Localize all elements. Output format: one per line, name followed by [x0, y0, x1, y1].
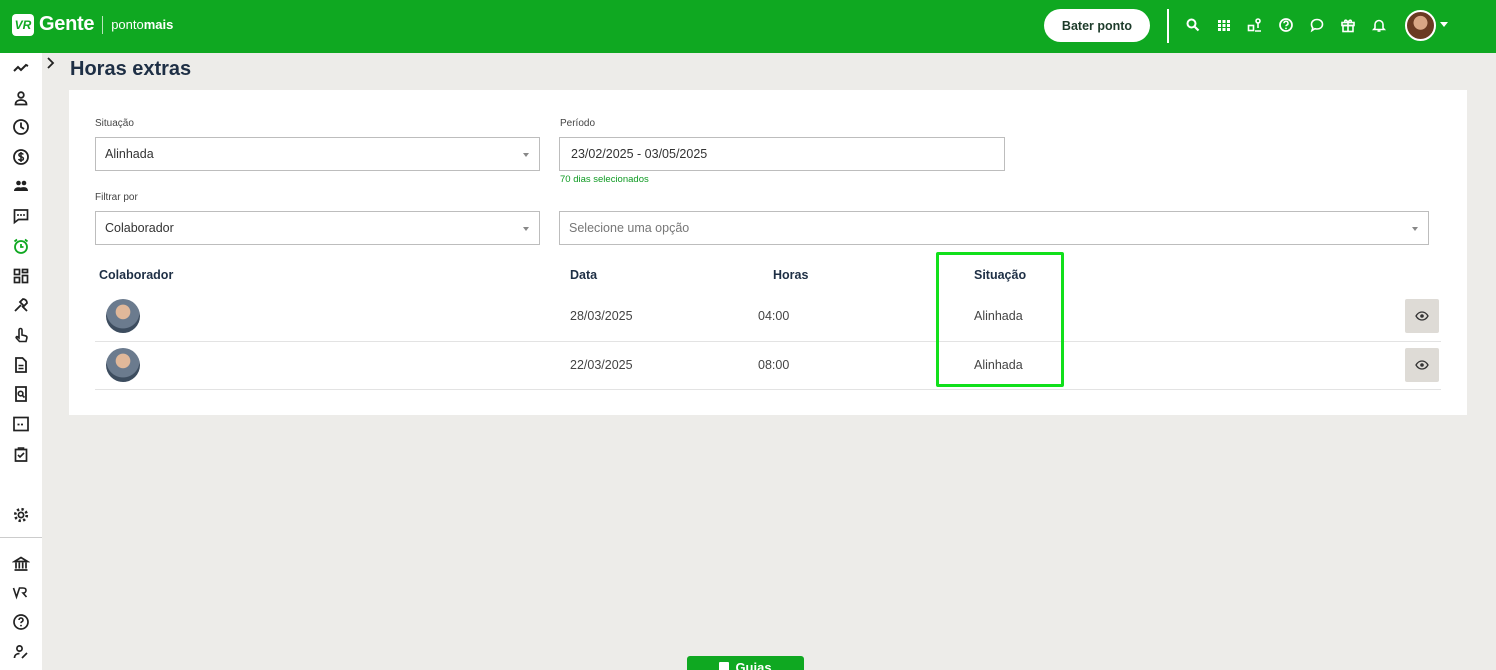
- help-icon[interactable]: [1276, 15, 1296, 35]
- user-avatar[interactable]: [1405, 10, 1436, 41]
- message-icon[interactable]: [11, 206, 31, 226]
- document-icon: [719, 662, 730, 670]
- brand-name: Gente: [39, 13, 95, 35]
- org-chart-icon[interactable]: [1245, 15, 1265, 35]
- vr-logo: VR: [12, 13, 34, 36]
- user-edit-icon[interactable]: [11, 642, 31, 662]
- situacao-value: Alinhada: [105, 147, 154, 161]
- touch-icon[interactable]: [11, 325, 31, 345]
- sidebar: [0, 53, 42, 670]
- periodo-hint: 70 dias selecionados: [560, 174, 649, 185]
- brand[interactable]: VR Gente pontomais: [12, 13, 173, 36]
- chevron-down-icon[interactable]: [1440, 22, 1448, 27]
- header-data: Data: [570, 268, 598, 282]
- filtrar-por-value: Colaborador: [105, 221, 174, 235]
- topbar-icons: [1183, 15, 1389, 35]
- user-icon[interactable]: [11, 88, 31, 108]
- bater-ponto-button[interactable]: Bater ponto: [1044, 9, 1150, 42]
- row-divider: [95, 341, 1441, 342]
- caret-down-icon: [1412, 227, 1418, 231]
- periodo-value: 23/02/2025 - 03/05/2025: [571, 147, 708, 161]
- search-icon[interactable]: [1183, 15, 1203, 35]
- apps-grid-icon[interactable]: [1214, 15, 1234, 35]
- row-hours: 08:00: [758, 358, 790, 372]
- top-bar: VR Gente pontomais Bater ponto: [0, 0, 1496, 53]
- view-button[interactable]: [1405, 348, 1439, 382]
- employee-avatar: [106, 299, 140, 333]
- filtrar-por-label: Filtrar por: [95, 192, 138, 203]
- situacao-column-highlight: [936, 252, 1064, 387]
- row-hours: 04:00: [758, 309, 790, 323]
- option-select[interactable]: Selecione uma opção: [559, 211, 1429, 245]
- clipboard-icon[interactable]: [11, 444, 31, 464]
- vr-logo-icon[interactable]: [11, 583, 31, 603]
- dollar-icon[interactable]: [11, 147, 31, 167]
- alarm-icon[interactable]: [11, 236, 31, 256]
- search-document-icon[interactable]: [11, 384, 31, 404]
- chevron-right-icon[interactable]: [45, 56, 57, 70]
- gift-icon[interactable]: [1338, 15, 1358, 35]
- caret-down-icon: [523, 153, 529, 157]
- header-horas: Horas: [773, 268, 809, 282]
- periodo-label: Período: [560, 118, 596, 129]
- row-date: 28/03/2025: [570, 309, 633, 323]
- header-colaborador: Colaborador: [99, 268, 174, 282]
- chat-icon[interactable]: [1307, 15, 1327, 35]
- dashboard-icon[interactable]: [11, 266, 31, 286]
- settings-icon[interactable]: [11, 505, 31, 525]
- option-placeholder: Selecione uma opção: [569, 221, 690, 235]
- product-name: pontomais: [111, 17, 174, 32]
- row-divider: [95, 389, 1441, 390]
- eye-icon: [1415, 311, 1429, 321]
- guias-label: Guias: [735, 660, 772, 670]
- sidebar-divider: [0, 537, 42, 538]
- situacao-label: Situação: [95, 118, 134, 129]
- bank-icon[interactable]: [11, 554, 31, 574]
- clock-icon[interactable]: [11, 117, 31, 137]
- help-icon[interactable]: [11, 612, 31, 632]
- filtrar-por-select[interactable]: Colaborador: [95, 211, 540, 245]
- trend-icon[interactable]: [11, 58, 31, 78]
- situacao-select[interactable]: Alinhada: [95, 137, 540, 171]
- view-button[interactable]: [1405, 299, 1439, 333]
- topbar-divider: [1167, 9, 1169, 43]
- calendar-range-icon[interactable]: [11, 414, 31, 434]
- row-date: 22/03/2025: [570, 358, 633, 372]
- brand-divider: [102, 15, 104, 34]
- guias-button[interactable]: Guias: [687, 656, 804, 670]
- caret-down-icon: [523, 227, 529, 231]
- page-title: Horas extras: [70, 58, 192, 80]
- periodo-input[interactable]: 23/02/2025 - 03/05/2025: [559, 137, 1005, 171]
- bell-icon[interactable]: [1369, 15, 1389, 35]
- eye-icon: [1415, 360, 1429, 370]
- team-icon[interactable]: [11, 176, 31, 196]
- tools-icon[interactable]: [11, 295, 31, 315]
- document-icon[interactable]: [11, 355, 31, 375]
- filters-card: Situação Alinhada Período 23/02/2025 - 0…: [69, 90, 1467, 415]
- employee-avatar: [106, 348, 140, 382]
